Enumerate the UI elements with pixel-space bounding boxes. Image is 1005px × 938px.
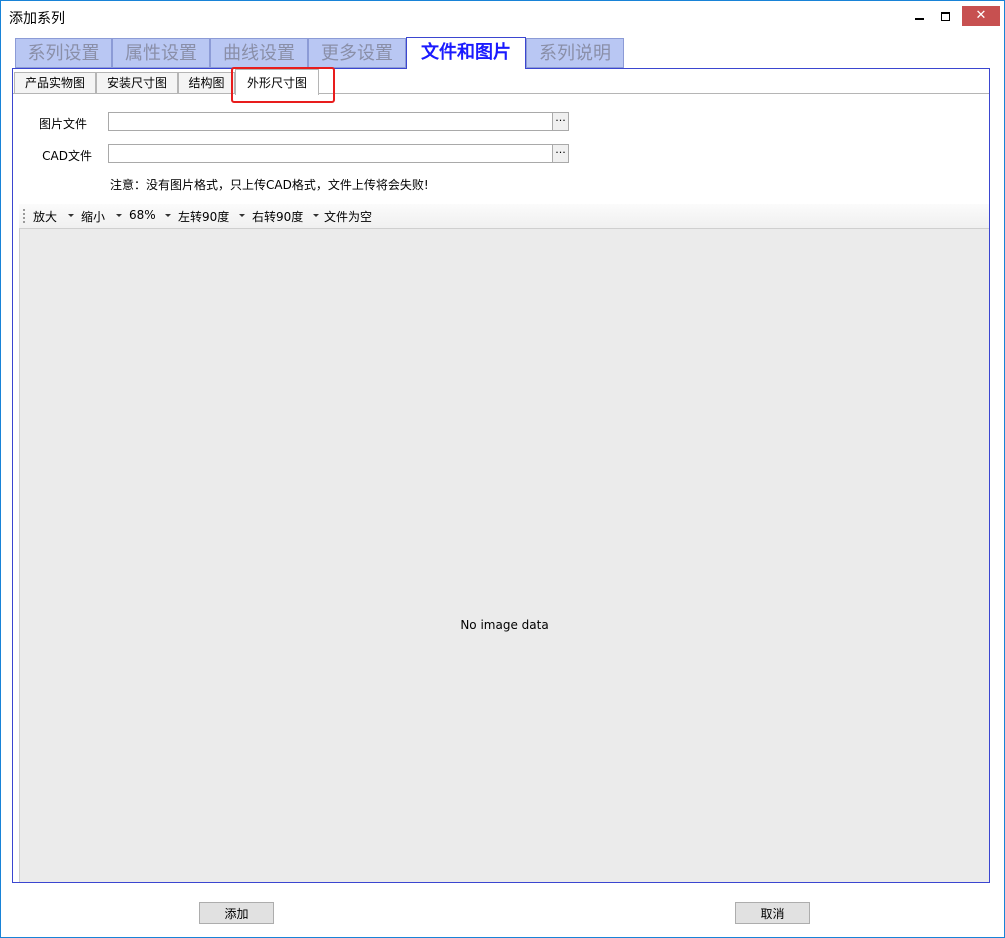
tab-more-settings[interactable]: 更多设置 [308,38,406,68]
zoom-in-button[interactable]: 放大 [33,208,57,225]
zoom-out-dropdown-icon[interactable] [116,214,122,217]
minimize-icon [914,17,924,20]
rotate-left-dropdown-icon[interactable] [239,214,245,217]
image-file-label: 图片文件 [38,117,87,131]
image-browse-button[interactable]: ··· [552,112,569,131]
maximize-button[interactable] [935,7,955,25]
image-toolbar: 放大 缩小 68% 左转90度 右转90度 文件为空 [19,204,989,228]
upload-note: 注意：没有图片格式，只上传CAD格式，文件上传将会失败! [110,178,429,192]
toolbar-grip-icon[interactable] [23,209,25,223]
tab-attribute-settings[interactable]: 属性设置 [112,38,210,68]
zoom-level-dropdown-icon[interactable] [165,214,171,217]
subtab-product-photo[interactable]: 产品实物图 [14,72,96,94]
rotate-right-button[interactable]: 右转90度 [252,208,303,225]
dialog-window: 添加系列 ✕ 系列设置 属性设置 曲线设置 更多设置 文件和图片 系列说明 产品… [0,0,1005,938]
no-image-text: No image data [460,618,549,632]
minimize-button[interactable] [909,7,929,25]
tab-series-settings[interactable]: 系列设置 [15,38,112,68]
cad-file-label: CAD文件 [42,149,92,163]
window-title: 添加系列 [9,11,65,27]
tab-files-and-images[interactable]: 文件和图片 [406,37,526,69]
add-button[interactable]: 添加 [199,902,274,924]
subtab-outline-dimensions[interactable]: 外形尺寸图 [235,69,319,95]
close-icon: ✕ [975,8,987,23]
title-bar: 添加系列 ✕ [1,1,1004,31]
tab-series-description[interactable]: 系列说明 [526,38,624,68]
file-status-label: 文件为空 [324,210,373,224]
subtab-installation-dimensions[interactable]: 安装尺寸图 [96,72,178,94]
tab-curve-settings[interactable]: 曲线设置 [210,38,308,68]
files-images-panel: 产品实物图 安装尺寸图 结构图 外形尺寸图 图片文件 ··· CAD文件 ···… [12,67,990,883]
zoom-in-dropdown-icon[interactable] [68,214,74,217]
image-viewer[interactable]: No image data [19,228,989,882]
image-file-input[interactable] [108,112,553,131]
rotate-right-dropdown-icon[interactable] [313,214,319,217]
rotate-left-button[interactable]: 左转90度 [178,208,229,225]
cancel-button[interactable]: 取消 [735,902,810,924]
subtab-structure-drawing[interactable]: 结构图 [178,72,235,94]
maximize-icon [940,12,950,21]
close-button[interactable]: ✕ [962,6,1000,26]
cad-file-input[interactable] [108,144,553,163]
zoom-level-button[interactable]: 68% [129,208,156,222]
cad-browse-button[interactable]: ··· [552,144,569,163]
zoom-out-button[interactable]: 缩小 [81,208,105,225]
